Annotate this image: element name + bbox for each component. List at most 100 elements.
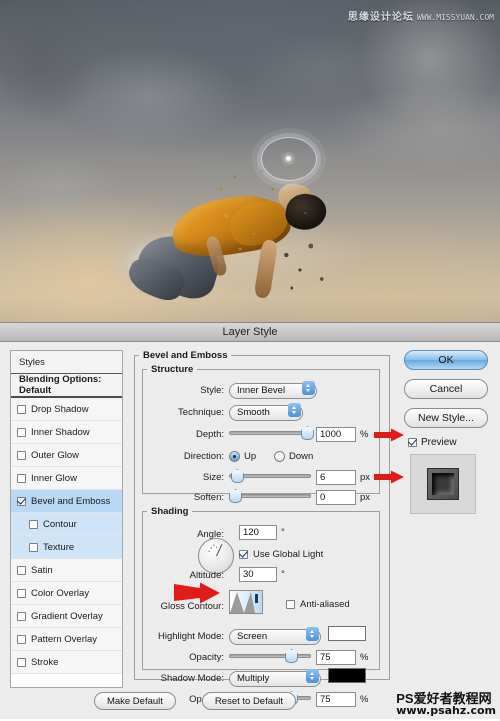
- style-row-checkbox[interactable]: [17, 565, 26, 575]
- style-row-checkbox[interactable]: [17, 588, 26, 598]
- reset-to-default-button[interactable]: Reset to Default: [201, 692, 297, 710]
- direction-up-radio[interactable]: [229, 450, 240, 462]
- gloss-contour-preview[interactable]: [229, 590, 263, 614]
- anti-aliased-option[interactable]: Anti-aliased: [286, 596, 350, 612]
- style-row-inner-shadow[interactable]: Inner Shadow: [11, 421, 122, 444]
- technique-select[interactable]: Smooth: [229, 404, 303, 421]
- depth-unit: %: [360, 428, 369, 440]
- use-global-light-option[interactable]: Use Global Light: [239, 546, 323, 562]
- style-row-contour[interactable]: Contour: [11, 513, 122, 536]
- highlight-mode-label: Highlight Mode:: [157, 630, 224, 642]
- size-input[interactable]: [316, 469, 356, 485]
- shading-legend: Shading: [151, 506, 189, 517]
- style-row-checkbox[interactable]: [29, 542, 38, 552]
- style-row-outer-glow[interactable]: Outer Glow: [11, 444, 122, 467]
- soften-slider[interactable]: [229, 489, 311, 503]
- technique-label: Technique:: [178, 406, 224, 418]
- direction-down-option[interactable]: Down: [274, 448, 313, 464]
- style-row-gradient-overlay[interactable]: Gradient Overlay: [11, 605, 122, 628]
- footer-watermark-url: www.psahz.com: [396, 704, 496, 718]
- layer-style-dialog: Layer Style Styles Blending Options: Def…: [0, 322, 500, 719]
- style-row-checkbox[interactable]: [29, 519, 38, 529]
- photo-figure: [108, 150, 350, 322]
- highlight-opacity-slider[interactable]: [229, 649, 311, 663]
- preview-label: Preview: [421, 437, 457, 448]
- highlight-color-swatch[interactable]: [328, 626, 366, 641]
- depth-slider[interactable]: [229, 426, 314, 440]
- style-row-checkbox[interactable]: [17, 473, 26, 483]
- preview-thumbnail: [410, 454, 476, 514]
- dialog-titlebar[interactable]: Layer Style: [0, 323, 500, 342]
- depth-input[interactable]: [316, 426, 356, 442]
- make-default-button[interactable]: Make Default: [93, 692, 176, 710]
- style-row-checkbox[interactable]: [17, 427, 26, 437]
- style-row-checkbox[interactable]: [17, 634, 26, 644]
- altitude-input[interactable]: [239, 566, 277, 582]
- style-row-stroke[interactable]: Stroke: [11, 651, 122, 674]
- ok-button[interactable]: OK: [404, 350, 488, 370]
- size-slider[interactable]: [229, 469, 311, 483]
- red-arrow-size-icon: [374, 470, 404, 484]
- style-row-bevel-and-emboss[interactable]: Bevel and Emboss: [11, 490, 122, 513]
- soften-slider-thumb[interactable]: [229, 489, 242, 503]
- style-row-drop-shadow[interactable]: Drop Shadow: [11, 398, 122, 421]
- style-select[interactable]: Inner Bevel: [229, 382, 317, 399]
- shadow-color-swatch[interactable]: [328, 668, 366, 683]
- cancel-button[interactable]: Cancel: [404, 379, 488, 399]
- photo-watermark-cn: 思缘设计论坛: [347, 12, 414, 23]
- direction-down-radio[interactable]: [274, 450, 285, 462]
- size-unit: px: [360, 471, 371, 483]
- style-row-pattern-overlay[interactable]: Pattern Overlay: [11, 628, 122, 651]
- style-row-checkbox[interactable]: [17, 657, 26, 667]
- style-row-satin[interactable]: Satin: [11, 559, 122, 582]
- preview-checkbox[interactable]: [408, 438, 417, 447]
- highlight-opacity-track: [229, 654, 311, 658]
- styles-list-header[interactable]: Styles: [11, 351, 122, 374]
- angle-input[interactable]: [239, 524, 277, 540]
- gloss-contour-curve-icon: [230, 591, 262, 613]
- technique-select-wrap: Smooth: [229, 402, 303, 421]
- style-row-color-overlay[interactable]: Color Overlay: [11, 582, 122, 605]
- direction-up-label: Up: [244, 450, 257, 462]
- shadow-mode-select[interactable]: Multiply: [229, 670, 321, 687]
- style-row-checkbox[interactable]: [17, 404, 26, 414]
- tutorial-photo: 思缘设计论坛 WWW.MISSYUAN.COM: [0, 0, 500, 322]
- use-global-light-label: Use Global Light: [253, 548, 324, 560]
- highlight-mode-select[interactable]: Screen: [229, 628, 321, 645]
- style-row-checkbox[interactable]: [17, 611, 26, 621]
- bevel-emboss-legend: Bevel and Emboss: [143, 350, 228, 361]
- highlight-mode-select-wrap: Screen: [229, 626, 321, 645]
- preview-bevel-square: [427, 468, 459, 500]
- style-row-texture[interactable]: Texture: [11, 536, 122, 559]
- style-row-label: Gradient Overlay: [31, 610, 103, 622]
- blending-options-row[interactable]: Blending Options: Default: [11, 374, 122, 398]
- style-row-inner-glow[interactable]: Inner Glow: [11, 467, 122, 490]
- size-label: Size:: [202, 471, 224, 483]
- use-global-light-checkbox[interactable]: [239, 549, 248, 559]
- photo-watermark-url: WWW.MISSYUAN.COM: [416, 13, 494, 22]
- style-row-checkbox[interactable]: [17, 450, 26, 460]
- style-effect-rows: Drop Shadow Inner Shadow Outer Glow Inner G…: [11, 398, 122, 674]
- style-row-label: Drop Shadow: [31, 403, 89, 415]
- structure-legend: Structure: [151, 364, 194, 375]
- new-style-button[interactable]: New Style...: [404, 408, 488, 428]
- bevel-emboss-panel: Bevel and Emboss Structure Shading Style…: [134, 350, 404, 707]
- dialog-title: Layer Style: [222, 326, 278, 338]
- anti-aliased-checkbox[interactable]: [286, 599, 295, 609]
- size-slider-thumb[interactable]: [231, 469, 244, 483]
- highlight-opacity-thumb[interactable]: [285, 649, 298, 663]
- style-row-label: Pattern Overlay: [31, 633, 97, 645]
- dialog-body: Styles Blending Options: Default Drop Sh…: [0, 342, 500, 721]
- styles-list[interactable]: Styles Blending Options: Default Drop Sh…: [10, 350, 123, 688]
- soften-input[interactable]: [316, 489, 356, 505]
- altitude-label: Altitude:: [189, 569, 224, 581]
- direction-up-option[interactable]: Up: [229, 448, 256, 464]
- styles-header-label: Styles: [19, 356, 45, 368]
- highlight-opacity-input[interactable]: [316, 649, 356, 665]
- style-row-label: Contour: [43, 518, 77, 530]
- depth-slider-track: [229, 431, 311, 435]
- dispersion-particles: [202, 162, 338, 312]
- depth-label: Depth:: [196, 428, 224, 440]
- style-row-checkbox[interactable]: [17, 496, 26, 506]
- preview-option[interactable]: Preview: [408, 437, 492, 448]
